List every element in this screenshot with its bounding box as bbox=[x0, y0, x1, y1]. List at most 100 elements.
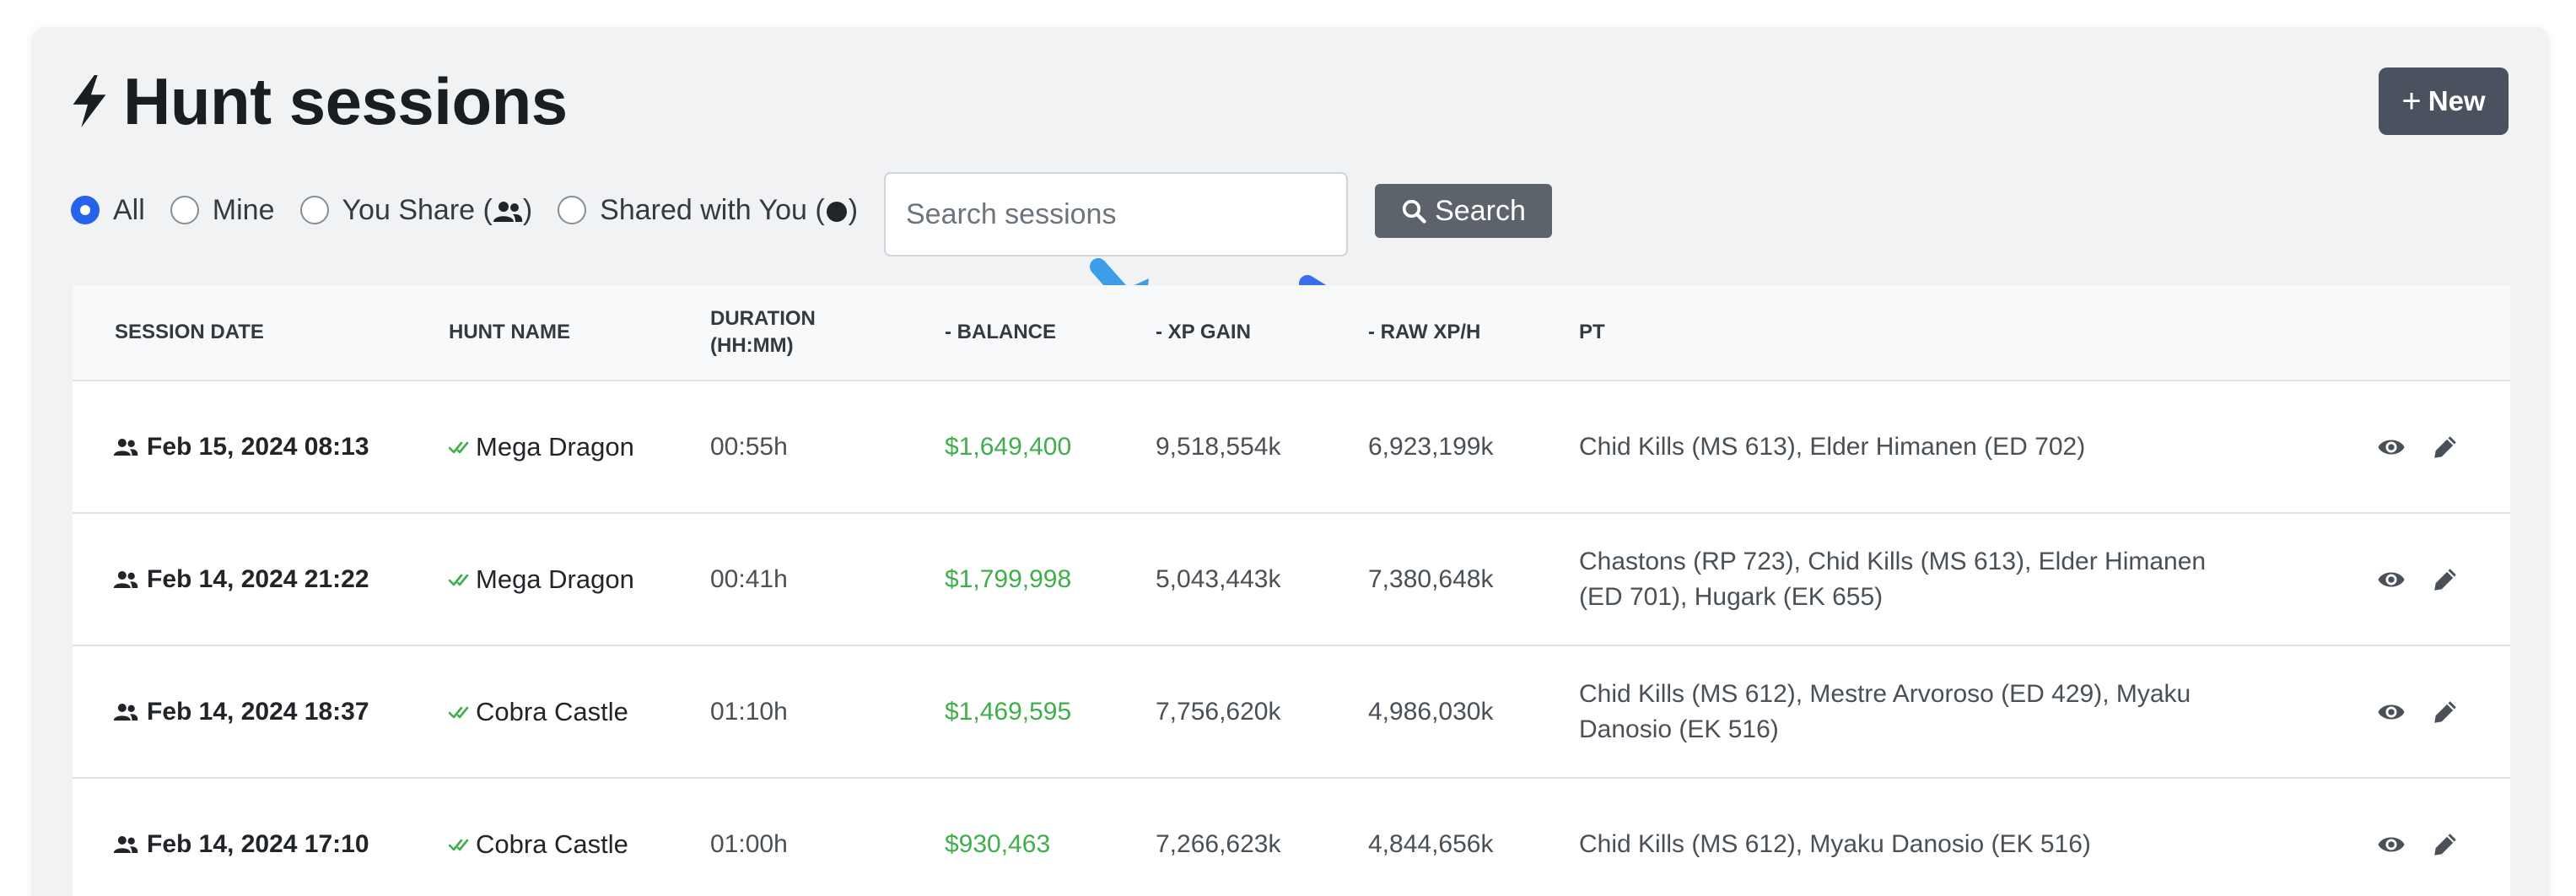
page-title: Hunt sessions bbox=[123, 63, 568, 138]
hunt-name-cell: Cobra Castle bbox=[449, 646, 628, 777]
hunt-name: Mega Dragon bbox=[476, 431, 634, 461]
header-pt[interactable]: PT bbox=[1579, 285, 1605, 380]
filter-shared-with-you[interactable]: Shared with You () bbox=[558, 194, 858, 227]
raw-xph-cell: 6,923,199k bbox=[1368, 432, 1494, 461]
pencil-icon bbox=[2434, 833, 2456, 856]
users-icon bbox=[113, 703, 138, 721]
check-double-icon bbox=[449, 574, 469, 586]
sessions-table: SESSION DATE HUNT NAME DURATION (HH:MM) … bbox=[73, 285, 2510, 896]
balance-cell: $1,799,998 bbox=[945, 564, 1072, 593]
hunt-name: Cobra Castle bbox=[476, 696, 628, 726]
filter-all-label: All bbox=[113, 193, 145, 226]
header-balance[interactable]: - BALANCE bbox=[945, 285, 1056, 380]
table-row[interactable]: Feb 14, 2024 21:22 Mega Dragon 00:41h $1… bbox=[73, 512, 2510, 645]
bolt-icon bbox=[73, 75, 106, 127]
header-hunt-name[interactable]: HUNT NAME bbox=[449, 285, 570, 380]
table-row[interactable]: Feb 15, 2024 08:13 Mega Dragon 00:55h $1… bbox=[73, 380, 2510, 512]
pt-cell: Chid Kills (MS 613), Elder Himanen (ED 7… bbox=[1579, 432, 2086, 461]
users-icon bbox=[113, 570, 138, 588]
search-button[interactable]: Search bbox=[1375, 184, 1552, 238]
session-date-cell: Feb 14, 2024 17:10 bbox=[113, 779, 369, 896]
radio-you-share[interactable] bbox=[299, 196, 329, 224]
search-button-label: Search bbox=[1435, 194, 1526, 227]
edit-button[interactable] bbox=[2431, 646, 2460, 777]
header-xp-gain[interactable]: - XP GAIN bbox=[1156, 285, 1251, 380]
header-duration-line2: (HH:MM) bbox=[710, 334, 794, 357]
raw-xph-cell: 7,380,648k bbox=[1368, 564, 1494, 593]
pt-cell: Chastons (RP 723), Chid Kills (MS 613), … bbox=[1579, 547, 2207, 611]
pencil-icon bbox=[2434, 568, 2456, 591]
session-date-cell: Feb 14, 2024 18:37 bbox=[113, 646, 369, 777]
duration-cell: 01:00h bbox=[710, 829, 788, 858]
hunt-name: Mega Dragon bbox=[476, 564, 634, 594]
eye-icon bbox=[2378, 704, 2405, 719]
eye-icon bbox=[2378, 440, 2405, 454]
hunt-name-cell: Mega Dragon bbox=[449, 514, 634, 645]
session-date: Feb 14, 2024 17:10 bbox=[147, 829, 369, 858]
table-row[interactable]: Feb 14, 2024 17:10 Cobra Castle 01:00h $… bbox=[73, 777, 2510, 896]
session-date-cell: Feb 14, 2024 21:22 bbox=[113, 514, 369, 645]
check-double-icon bbox=[449, 441, 469, 453]
users-icon bbox=[493, 201, 522, 222]
session-date: Feb 14, 2024 18:37 bbox=[147, 697, 369, 726]
radio-mine[interactable] bbox=[170, 196, 199, 224]
edit-button[interactable] bbox=[2431, 779, 2460, 896]
table-header: SESSION DATE HUNT NAME DURATION (HH:MM) … bbox=[73, 285, 2510, 380]
radio-shared-with-you[interactable] bbox=[558, 196, 587, 224]
session-date: Feb 14, 2024 21:22 bbox=[147, 564, 369, 593]
new-button-label: New bbox=[2428, 85, 2486, 116]
view-button[interactable] bbox=[2377, 646, 2406, 777]
edit-button[interactable] bbox=[2431, 514, 2460, 645]
duration-cell: 00:55h bbox=[710, 432, 788, 461]
pt-cell: Chid Kills (MS 612), Myaku Danosio (EK 5… bbox=[1579, 829, 2091, 858]
hunt-name-cell: Mega Dragon bbox=[449, 381, 634, 512]
raw-xph-cell: 4,986,030k bbox=[1368, 697, 1494, 726]
new-session-button[interactable]: + New bbox=[2379, 67, 2509, 135]
header-raw-xph[interactable]: - RAW XP/H bbox=[1368, 285, 1480, 380]
filter-shared-with-you-label: Shared with You ( bbox=[600, 193, 825, 226]
session-date-cell: Feb 15, 2024 08:13 bbox=[113, 381, 369, 512]
eye-icon bbox=[2378, 837, 2405, 851]
filter-all[interactable]: All bbox=[71, 194, 145, 227]
xp-gain-cell: 5,043,443k bbox=[1156, 564, 1281, 593]
filter-you-share-label: You Share ( bbox=[342, 193, 493, 226]
header-session-date[interactable]: SESSION DATE bbox=[115, 285, 264, 380]
eye-icon bbox=[2378, 572, 2405, 586]
xp-gain-cell: 7,756,620k bbox=[1156, 697, 1281, 726]
pencil-icon bbox=[2434, 700, 2456, 723]
view-button[interactable] bbox=[2377, 381, 2406, 512]
duration-cell: 01:10h bbox=[710, 697, 788, 726]
filter-shared-with-you-suffix: ) bbox=[848, 193, 859, 226]
users-icon bbox=[113, 835, 138, 853]
edit-button[interactable] bbox=[2431, 381, 2460, 512]
radio-all[interactable] bbox=[71, 196, 100, 224]
xp-gain-cell: 9,518,554k bbox=[1156, 432, 1281, 461]
xp-gain-cell: 7,266,623k bbox=[1156, 829, 1281, 858]
check-double-icon bbox=[449, 706, 469, 718]
search-icon bbox=[1403, 199, 1426, 224]
view-button[interactable] bbox=[2377, 779, 2406, 896]
balance-cell: $1,649,400 bbox=[945, 432, 1072, 461]
filter-you-share-suffix: ) bbox=[522, 193, 533, 226]
hunt-name-cell: Cobra Castle bbox=[449, 779, 628, 896]
dot-icon bbox=[826, 201, 847, 222]
users-icon bbox=[113, 438, 138, 456]
session-date: Feb 15, 2024 08:13 bbox=[147, 432, 369, 461]
check-double-icon bbox=[449, 839, 469, 850]
table-row[interactable]: Feb 14, 2024 18:37 Cobra Castle 01:10h $… bbox=[73, 645, 2510, 777]
balance-cell: $1,469,595 bbox=[945, 697, 1072, 726]
header-duration[interactable]: DURATION (HH:MM) bbox=[710, 285, 816, 380]
filter-mine[interactable]: Mine bbox=[170, 194, 275, 227]
raw-xph-cell: 4,844,656k bbox=[1368, 829, 1494, 858]
view-button[interactable] bbox=[2377, 514, 2406, 645]
duration-cell: 00:41h bbox=[710, 564, 788, 593]
search-input[interactable] bbox=[884, 172, 1348, 256]
page-header: Hunt sessions bbox=[69, 59, 568, 143]
hunt-name: Cobra Castle bbox=[476, 829, 628, 859]
filter-mine-label: Mine bbox=[212, 193, 275, 226]
pencil-icon bbox=[2434, 435, 2456, 458]
filter-you-share[interactable]: You Share () bbox=[299, 193, 533, 227]
plus-icon: + bbox=[2401, 82, 2422, 120]
balance-cell: $930,463 bbox=[945, 829, 1051, 858]
header-duration-line1: DURATION bbox=[710, 307, 816, 330]
